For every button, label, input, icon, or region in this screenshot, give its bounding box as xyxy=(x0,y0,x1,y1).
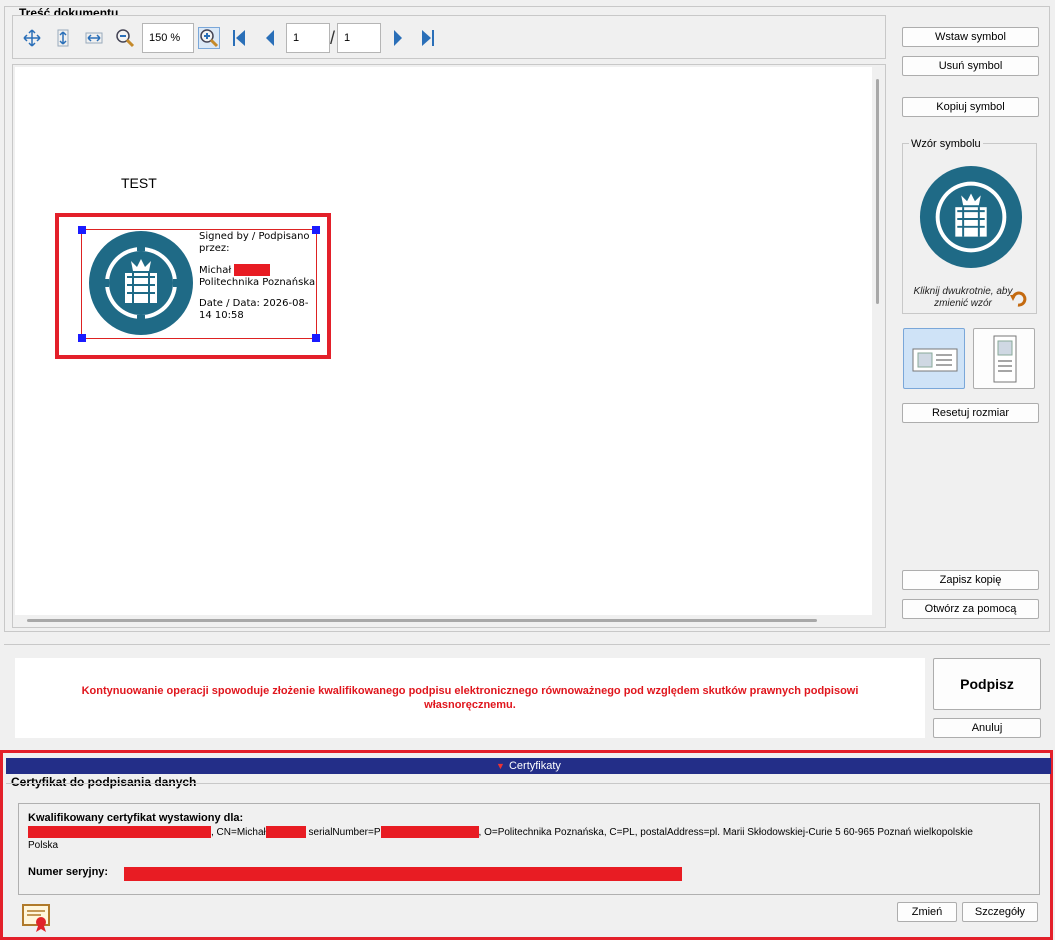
current-page-field[interactable]: 1 xyxy=(286,23,330,53)
document-viewer[interactable]: TEST Signed by / Podpisano przez: Michał… xyxy=(12,64,886,628)
collapse-arrow-icon: ▼ xyxy=(496,761,505,771)
viewer-toolbar: 150 % 1 / 1 xyxy=(12,15,886,59)
next-page-icon[interactable] xyxy=(387,27,409,49)
fit-page-icon[interactable] xyxy=(21,27,43,49)
certificate-icon[interactable] xyxy=(21,903,53,933)
horizontal-scrollbar[interactable] xyxy=(27,619,817,622)
document-page[interactable]: TEST Signed by / Podpisano przez: Michał… xyxy=(15,67,872,615)
document-text: TEST xyxy=(121,175,157,191)
university-seal-icon xyxy=(919,165,1023,269)
change-certificate-button[interactable]: Zmień xyxy=(897,902,957,922)
layout-horizontal-icon xyxy=(912,348,958,372)
cancel-button[interactable]: Anuluj xyxy=(933,718,1041,738)
certificate-country: Polska xyxy=(28,840,59,851)
zoom-in-icon[interactable] xyxy=(198,27,220,49)
signature-line1: Signed by / Podpisano xyxy=(199,231,310,242)
signature-text: Signed by / Podpisano przez: Michał Poli… xyxy=(199,231,319,322)
vertical-scrollbar[interactable] xyxy=(876,79,879,304)
certificate-issued-label: Kwalifikowany certyfikat wystawiony dla: xyxy=(28,812,244,824)
signature-date-line2: 14 10:58 xyxy=(199,310,244,321)
fit-width-icon[interactable] xyxy=(83,27,105,49)
layout-vertical-icon xyxy=(993,335,1017,383)
zoom-out-icon[interactable] xyxy=(114,27,136,49)
signature-highlight: Signed by / Podpisano przez: Michał Poli… xyxy=(55,213,331,359)
signature-org: Politechnika Poznańska xyxy=(199,277,316,288)
university-seal-icon xyxy=(89,231,193,335)
copy-symbol-button[interactable]: Kopiuj symbol xyxy=(902,97,1039,117)
symbol-pattern-group[interactable]: Wzór symbolu Kliknij dwukrotnie, aby zmi… xyxy=(902,138,1037,314)
certificate-serial-prefix: serialNumber=P xyxy=(308,827,381,838)
insert-symbol-button[interactable]: Wstaw symbol xyxy=(902,27,1039,47)
certificate-subject-line: , CN=Michał serialNumber=P , O=Politechni… xyxy=(28,826,1028,840)
certificate-details-button[interactable]: Szczegóły xyxy=(962,902,1038,922)
redacted-serial-value xyxy=(124,867,682,881)
resize-handle-bottom-right[interactable] xyxy=(312,334,320,342)
reset-size-button[interactable]: Resetuj rozmiar xyxy=(902,403,1039,423)
signature-date-line1: Date / Data: 2026-08- xyxy=(199,298,309,309)
resize-handle-bottom-left[interactable] xyxy=(78,334,86,342)
legal-warning-text: Kontynuowanie operacji spowoduje złożeni… xyxy=(81,685,859,711)
undo-icon[interactable] xyxy=(1009,290,1027,308)
total-pages-field: 1 xyxy=(337,23,381,53)
fit-height-icon[interactable] xyxy=(52,27,74,49)
redacted-subject-prefix xyxy=(28,826,211,839)
layout-horizontal-button[interactable] xyxy=(903,328,965,389)
warning-panel: Kontynuowanie operacji spowoduje złożeni… xyxy=(15,658,925,738)
sign-button[interactable]: Podpisz xyxy=(933,658,1041,710)
zoom-level-field[interactable]: 150 % xyxy=(142,23,194,53)
previous-page-icon[interactable] xyxy=(259,27,281,49)
layout-vertical-button[interactable] xyxy=(973,328,1035,389)
last-page-icon[interactable] xyxy=(417,27,439,49)
first-page-icon[interactable] xyxy=(228,27,250,49)
certificates-section: ▼ Certyfikaty Certyfikat do podpisania da… xyxy=(0,750,1053,940)
symbol-pattern-title: Wzór symbolu xyxy=(909,138,983,150)
redacted-serial-number xyxy=(380,826,479,839)
resize-handle-top-left[interactable] xyxy=(78,226,86,234)
certificates-header[interactable]: ▼ Certyfikaty xyxy=(6,758,1051,774)
redacted-surname xyxy=(234,264,271,276)
redacted-surname xyxy=(265,826,306,839)
signature-line2: przez: xyxy=(199,243,230,254)
save-copy-button[interactable]: Zapisz kopię xyxy=(902,570,1039,590)
certificate-serial-label: Numer seryjny: xyxy=(28,866,109,878)
certificate-details-rest: , O=Politechnika Poznańska, C=PL, postal… xyxy=(478,827,973,838)
remove-symbol-button[interactable]: Usuń symbol xyxy=(902,56,1039,76)
signature-name-line: Michał xyxy=(199,264,319,277)
certificates-header-label: Certyfikaty xyxy=(508,760,561,772)
certificate-details-box: Kwalifikowany certyfikat wystawiony dla:… xyxy=(18,803,1040,895)
signature-name: Michał xyxy=(199,265,232,276)
certificate-group-border xyxy=(6,783,1050,784)
certificate-group-title: Certyfikat do podpisania danych xyxy=(9,775,199,789)
symbol-pattern-hint: Kliknij dwukrotnie, aby zmienić wzór xyxy=(913,286,1013,309)
page-separator: / xyxy=(330,28,336,48)
certificate-cn: , CN=Michał xyxy=(211,827,266,838)
open-with-button[interactable]: Otwórz za pomocą xyxy=(902,599,1039,619)
section-divider xyxy=(4,644,1050,645)
